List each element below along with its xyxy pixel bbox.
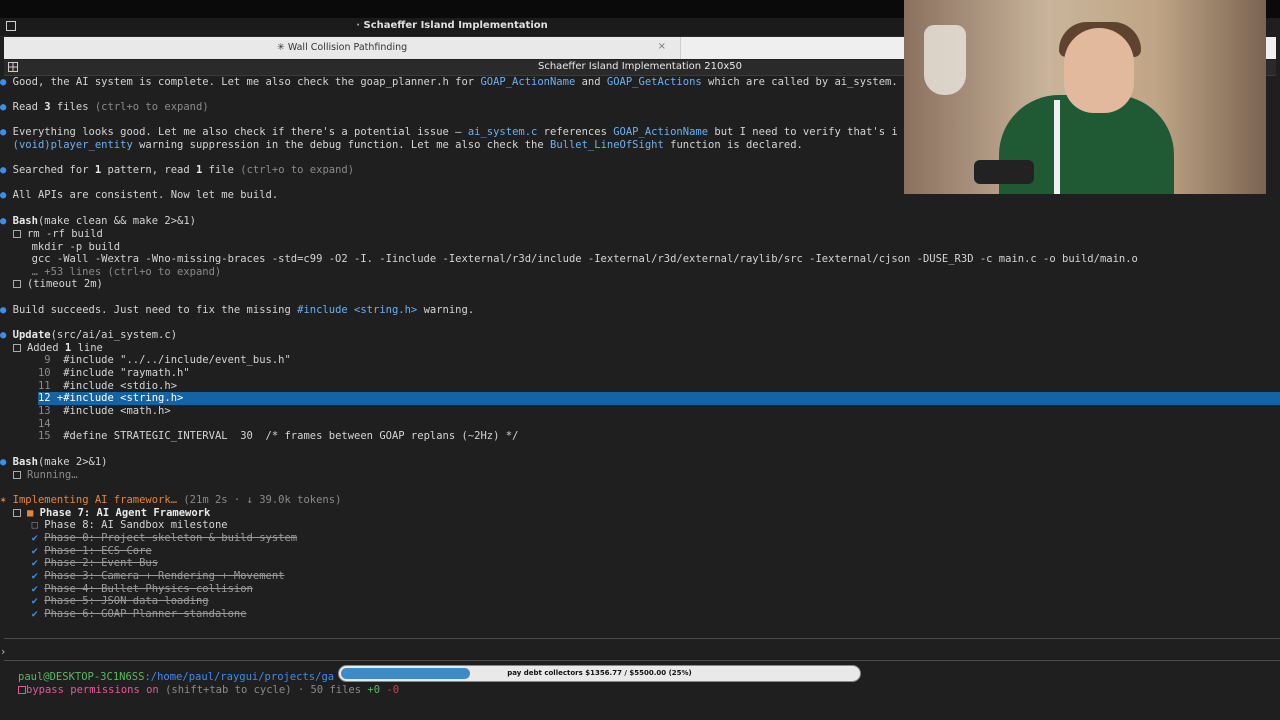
- tab-close-icon[interactable]: ×: [658, 41, 666, 52]
- todo-item-done: ✔ Phase 2: Event Bus: [31, 557, 159, 569]
- permission-icon: [18, 686, 26, 694]
- output-line: ● Everything looks good. Let me also che…: [0, 126, 898, 138]
- todo-item-done: ✔ Phase 5: JSON data loading: [31, 595, 209, 607]
- debt-progress-bar: pay debt collectors $1356.77 / $5500.00 …: [338, 665, 861, 682]
- bash-output: gcc -Wall -Wextra -Wno-missing-braces -s…: [31, 253, 1138, 265]
- output-line: ● All APIs are consistent. Now let me bu…: [0, 189, 279, 201]
- status-line: paul@DESKTOP-3C1N6SS:/home/paul/raygui/p…: [18, 671, 335, 683]
- code-line-added: 12 +#include <string.h>: [37, 392, 184, 404]
- code-line: 10 #include "raymath.h": [37, 367, 190, 379]
- input-divider-top: [4, 638, 1280, 639]
- window-title: · Schaeffer Island Implementation: [356, 20, 548, 31]
- progress-label: pay debt collectors $1356.77 / $5500.00 …: [507, 669, 692, 677]
- webcam-microphone: [974, 160, 1034, 184]
- code-line: 13 #include <math.h>: [37, 405, 171, 417]
- bash-command: ● Bash(make clean && make 2>&1): [0, 215, 196, 227]
- update-command: ● Update(src/ai/ai_system.c): [0, 329, 178, 341]
- todo-item-done: ✔ Phase 3: Camera + Rendering + Movement: [31, 570, 285, 582]
- tab-wall-collision[interactable]: ✳ Wall Collision Pathfinding ×: [4, 37, 681, 59]
- output-line: ● Read 3 files (ctrl+o to expand): [0, 101, 209, 113]
- input-divider-bottom: [4, 660, 1280, 661]
- output-line: ● Good, the AI system is complete. Let m…: [0, 76, 898, 88]
- bash-output: Running…: [0, 469, 78, 482]
- output-line: ● Build succeeds. Just need to fix the m…: [0, 304, 475, 316]
- permissions-line[interactable]: bypass permissions on (shift+tab to cycl…: [18, 684, 399, 697]
- webcam-face: [1064, 28, 1134, 113]
- webcam-overlay: [904, 0, 1266, 194]
- bash-command: ● Bash(make 2>&1): [0, 456, 108, 468]
- webcam-shirt-stripe: [1054, 100, 1060, 194]
- output-line: (void)player_entity warning suppression …: [12, 139, 803, 151]
- tree-icon: [12, 471, 21, 479]
- todo-item-done: ✔ Phase 6: GOAP Planner standalone: [31, 608, 247, 620]
- code-line: 15 #define STRATEGIC_INTERVAL 30 /* fram…: [37, 430, 519, 442]
- window-titlebar: · Schaeffer Island Implementation: [0, 18, 904, 37]
- todo-item-pending: □ Phase 8: AI Sandbox milestone: [31, 519, 228, 531]
- prompt-input[interactable]: ›: [0, 646, 6, 659]
- tree-icon: [12, 509, 21, 517]
- bash-output: (timeout 2m): [0, 278, 103, 291]
- bash-output: rm -rf build: [0, 228, 103, 241]
- tree-icon: [12, 344, 21, 352]
- tree-icon: [12, 280, 21, 288]
- diff-highlight-row: [38, 392, 1280, 405]
- todo-item-done: ✔ Phase 0: Project skeleton & build syst…: [31, 532, 298, 544]
- webcam-lamp: [924, 25, 966, 95]
- code-line: 9 #include "../../include/event_bus.h": [44, 354, 291, 366]
- task-status: ✶ Implementing AI framework… (21m 2s · ↓…: [0, 494, 342, 506]
- output-line: ● Searched for 1 pattern, read 1 file (c…: [0, 164, 355, 176]
- tab-label: ✳ Wall Collision Pathfinding: [276, 42, 408, 53]
- tree-icon: [12, 230, 21, 238]
